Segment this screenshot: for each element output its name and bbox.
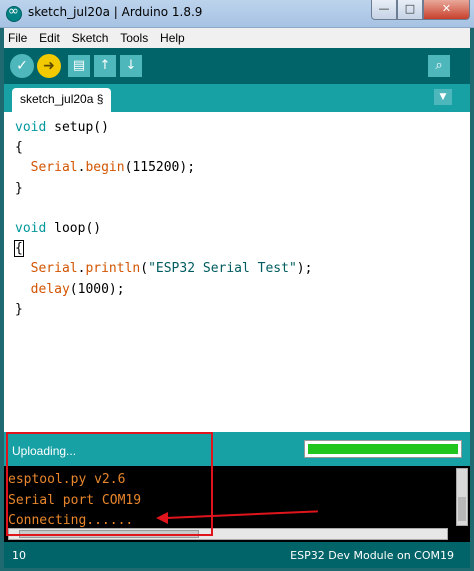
code-text: ( <box>140 261 149 277</box>
menu-tools[interactable]: Tools <box>116 28 152 45</box>
board-port-label: ESP32 Dev Module on COM19 <box>290 549 454 562</box>
menu-sketch[interactable]: Sketch <box>68 28 113 45</box>
code-text: loop() <box>46 221 102 237</box>
window-title: sketch_jul20a | Arduino 1.8.9 <box>28 5 203 19</box>
code-text: (115200); <box>124 160 196 176</box>
code-text: } <box>15 180 23 196</box>
save-sketch-icon[interactable]: ↓ <box>120 55 142 77</box>
tab-menu-icon[interactable]: ▼ <box>434 89 452 105</box>
tab-strip: sketch_jul20a § ▼ <box>4 84 470 112</box>
code-method: println <box>85 261 141 277</box>
code-text: void setup() { Serial.begin(115200); } v… <box>14 118 313 320</box>
code-keyword: void <box>15 120 47 135</box>
minimize-button[interactable]: — <box>371 0 397 20</box>
line-number: 10 <box>12 549 26 562</box>
close-button[interactable]: ✕ <box>423 0 470 20</box>
code-cursor-brace: { <box>14 240 24 258</box>
console-vertical-scroll-thumb[interactable] <box>458 497 466 521</box>
maximize-button[interactable]: □ <box>397 0 423 20</box>
tab-sketch[interactable]: sketch_jul20a § <box>12 88 112 112</box>
menu-help[interactable]: Help <box>156 28 189 45</box>
menu-file[interactable]: File <box>4 28 31 45</box>
code-method: begin <box>85 160 125 176</box>
new-sketch-icon[interactable]: ▤ <box>68 55 90 77</box>
menu-edit[interactable]: Edit <box>35 28 64 45</box>
annotation-arrow-head-icon <box>156 512 168 524</box>
code-string: "ESP32 Serial Test" <box>148 261 297 277</box>
upload-progress-bar <box>304 440 462 458</box>
serial-monitor-icon[interactable]: ⌕ <box>428 55 450 77</box>
annotation-highlight-box <box>6 432 213 536</box>
open-sketch-icon[interactable]: ↑ <box>94 55 116 77</box>
code-text: } <box>15 301 23 317</box>
menu-bar: File Edit Sketch Tools Help <box>4 28 470 48</box>
code-text: setup() <box>46 120 109 135</box>
code-function: delay <box>30 281 70 297</box>
code-text: { <box>15 140 23 156</box>
bottom-status-line: 10 ESP32 Dev Module on COM19 <box>4 542 470 568</box>
code-text: ); <box>296 261 313 277</box>
upload-icon[interactable]: ➜ <box>37 54 61 78</box>
code-editor[interactable]: void setup() { Serial.begin(115200); } v… <box>4 112 470 432</box>
code-keyword: void <box>15 221 47 237</box>
code-text: (1000); <box>69 281 125 297</box>
console-vertical-scrollbar[interactable] <box>456 468 468 526</box>
editor-scrollbar[interactable] <box>466 112 470 432</box>
upload-progress-fill <box>308 444 458 454</box>
code-class: Serial <box>30 160 78 176</box>
arduino-logo-icon <box>6 4 22 22</box>
window-title-bar: sketch_jul20a | Arduino 1.8.9 — □ ✕ <box>0 0 474 28</box>
verify-icon[interactable]: ✓ <box>10 54 34 78</box>
code-class: Serial <box>30 261 78 277</box>
toolbar: ✓ ➜ ▤ ↑ ↓ ⌕ <box>4 48 470 84</box>
